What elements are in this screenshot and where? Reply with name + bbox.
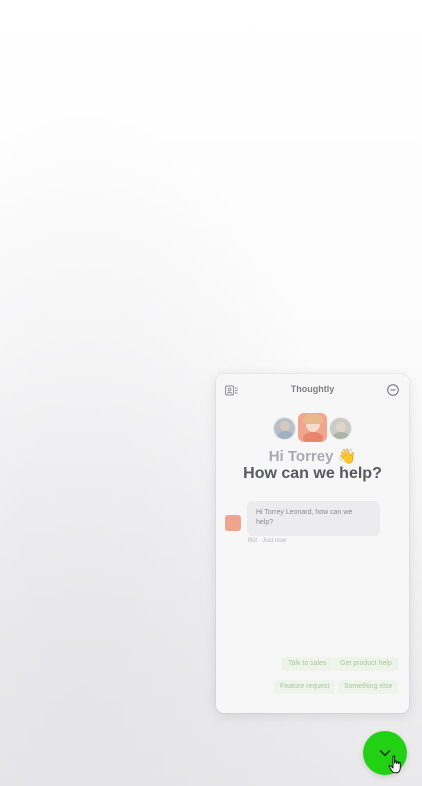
minimize-icon[interactable]: [387, 383, 399, 396]
bot-avatar: [225, 515, 241, 531]
chat-widget: Thoughtly Hi Torrey 👋 How can we help? H…: [216, 374, 409, 713]
team-avatars: [273, 412, 353, 444]
message-meta: Bot · Just now: [248, 538, 287, 544]
quick-reply-feature-request[interactable]: Feature request: [274, 680, 336, 694]
quick-reply-get-product-help[interactable]: Get product help: [334, 657, 398, 671]
widget-header: Thoughtly: [216, 374, 409, 404]
greeting: Hi Torrey 👋: [268, 448, 357, 465]
team-avatar: [273, 417, 296, 440]
quick-reply-something-else[interactable]: Something else: [338, 680, 399, 694]
message-bubble: Hi Torrey Leonard, how can we help?: [247, 501, 380, 536]
quick-reply-talk-to-sales[interactable]: Talk to sales: [282, 657, 333, 671]
team-avatar: [329, 417, 352, 440]
hand-cursor-icon: [388, 755, 404, 775]
widget-title: Thoughtly: [290, 384, 335, 394]
headline: How can we help?: [243, 465, 382, 482]
team-avatar: [297, 412, 328, 443]
